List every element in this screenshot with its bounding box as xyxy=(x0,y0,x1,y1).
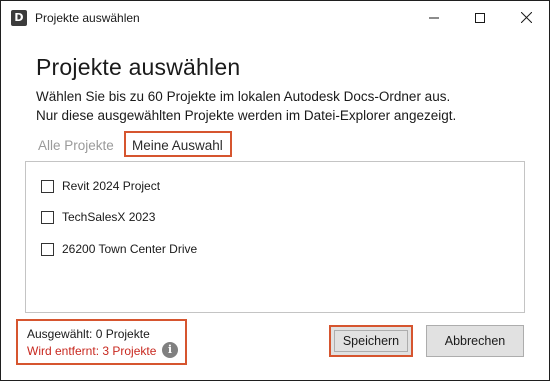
tab-my-selection[interactable]: Meine Auswahl xyxy=(132,138,223,153)
save-button-label: Speichern xyxy=(334,330,408,352)
minimize-icon xyxy=(429,17,439,18)
app-icon: D xyxy=(11,10,27,26)
project-list[interactable]: Revit 2024 Project TechSalesX 2023 26200… xyxy=(25,161,525,313)
selected-count: Ausgewählt: 0 Projekte xyxy=(27,327,150,341)
info-icon[interactable]: i xyxy=(162,342,178,358)
cancel-button[interactable]: Abbrechen xyxy=(426,325,524,357)
dialog-window: D Projekte auswählen Projekte auswählen … xyxy=(0,0,550,381)
maximize-icon xyxy=(475,12,485,23)
save-button[interactable]: Speichern xyxy=(329,325,413,357)
close-button[interactable] xyxy=(503,1,549,34)
status-highlight-box xyxy=(16,319,187,365)
removed-count: Wird entfernt: 3 Projekte xyxy=(27,344,157,358)
project-checkbox[interactable] xyxy=(41,242,54,256)
close-icon xyxy=(520,12,532,23)
project-name: Revit 2024 Project xyxy=(62,179,161,193)
project-name: TechSalesX 2023 xyxy=(62,210,156,224)
tab-all-projects[interactable]: Alle Projekte xyxy=(38,138,114,153)
list-item[interactable]: Revit 2024 Project xyxy=(41,177,160,195)
project-checkbox[interactable] xyxy=(41,179,54,193)
window-title: Projekte auswählen xyxy=(35,11,140,25)
dialog-heading: Projekte auswählen xyxy=(36,54,241,80)
minimize-button[interactable] xyxy=(411,1,457,34)
description-line-2: Nur diese ausgewählten Projekte werden i… xyxy=(36,108,457,123)
description-line-1: Wählen Sie bis zu 60 Projekte im lokalen… xyxy=(36,89,451,104)
maximize-button[interactable] xyxy=(457,1,503,34)
project-checkbox[interactable] xyxy=(41,210,54,224)
list-item[interactable]: TechSalesX 2023 xyxy=(41,208,155,226)
title-bar[interactable]: D Projekte auswählen xyxy=(1,1,549,34)
list-item[interactable]: 26200 Town Center Drive xyxy=(41,240,197,258)
project-name: 26200 Town Center Drive xyxy=(62,242,198,256)
